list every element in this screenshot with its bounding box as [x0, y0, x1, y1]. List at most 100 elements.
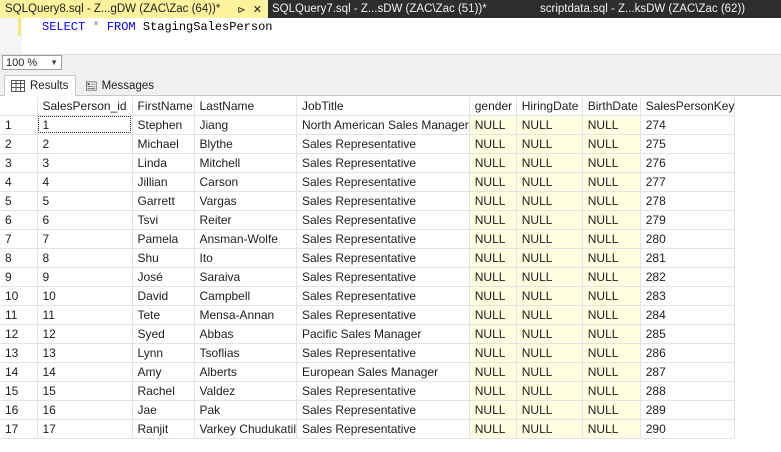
grid-cell[interactable]: Ranjit — [132, 419, 195, 439]
grid-cell[interactable]: NULL — [469, 115, 517, 135]
tab-sqlquery7[interactable]: SQLQuery7.sql - Z...sDW (ZAC\Zac (51))* — [268, 0, 512, 18]
grid-cell[interactable]: 275 — [640, 134, 736, 154]
row-number[interactable]: 3 — [0, 153, 38, 173]
chevron-down-icon[interactable]: ▼ — [50, 58, 58, 67]
grid-cell[interactable]: 13 — [37, 343, 133, 363]
grid-cell[interactable]: Sales Representative — [296, 267, 470, 287]
grid-cell[interactable]: NULL — [516, 248, 583, 268]
grid-cell[interactable]: 276 — [640, 153, 736, 173]
grid-cell[interactable]: Syed — [132, 324, 195, 344]
grid-cell[interactable]: NULL — [582, 210, 641, 230]
grid-cell[interactable]: 12 — [37, 324, 133, 344]
grid-cell[interactable]: 282 — [640, 267, 736, 287]
grid-cell[interactable]: Sales Representative — [296, 229, 470, 249]
grid-cell[interactable]: European Sales Manager — [296, 362, 470, 382]
table-row[interactable]: 9 9 José Saraiva Sales Representative NULL NUL… — [0, 267, 736, 287]
grid-cell[interactable]: 3 — [37, 153, 133, 173]
grid-cell[interactable]: NULL — [516, 191, 583, 211]
grid-cell[interactable]: 5 — [37, 191, 133, 211]
row-number[interactable]: 12 — [0, 324, 38, 344]
grid-cell[interactable]: Sales Representative — [296, 419, 470, 439]
grid-cell[interactable]: Sales Representative — [296, 248, 470, 268]
grid-cell[interactable]: Sales Representative — [296, 343, 470, 363]
column-header[interactable]: gender — [469, 97, 517, 116]
grid-cell[interactable]: NULL — [582, 172, 641, 192]
grid-cell[interactable]: Tsoflias — [194, 343, 297, 363]
grid-cell[interactable]: NULL — [582, 229, 641, 249]
grid-cell[interactable]: 7 — [37, 229, 133, 249]
grid-cell[interactable]: Pamela — [132, 229, 195, 249]
grid-cell[interactable]: Reiter — [194, 210, 297, 230]
grid-cell[interactable]: Rachel — [132, 381, 195, 401]
grid-cell[interactable]: 278 — [640, 191, 736, 211]
grid-cell[interactable]: NULL — [469, 419, 517, 439]
table-row[interactable]: 7 7 Pamela Ansman-Wolfe Sales Representative… — [0, 229, 736, 249]
grid-cell[interactable]: 277 — [640, 172, 736, 192]
row-number[interactable]: 15 — [0, 381, 38, 401]
grid-cell[interactable]: NULL — [582, 115, 641, 135]
grid-cell[interactable]: NULL — [469, 191, 517, 211]
grid-cell[interactable]: Pak — [194, 400, 297, 420]
grid-cell[interactable]: NULL — [469, 229, 517, 249]
grid-cell[interactable]: Tete — [132, 305, 195, 325]
grid-cell[interactable]: 15 — [37, 381, 133, 401]
grid-cell[interactable]: NULL — [469, 172, 517, 192]
grid-cell[interactable]: NULL — [469, 267, 517, 287]
grid-cell[interactable]: Lynn — [132, 343, 195, 363]
table-row[interactable]: 12 12 Syed Abbas Pacific Sales Manager NULL NU… — [0, 324, 736, 344]
table-row[interactable]: 4 4 Jillian Carson Sales Representative NULL N… — [0, 172, 736, 192]
row-number[interactable]: 1 — [0, 115, 38, 135]
column-header[interactable]: SalesPersonKey — [640, 97, 736, 116]
table-row[interactable]: 13 13 Lynn Tsoflias Sales Representative NULL… — [0, 343, 736, 363]
tab-results[interactable]: Results — [4, 75, 76, 96]
grid-cell[interactable]: 11 — [37, 305, 133, 325]
grid-cell[interactable]: NULL — [469, 248, 517, 268]
grid-cell[interactable]: Jillian — [132, 172, 195, 192]
row-number[interactable]: 10 — [0, 286, 38, 306]
grid-cell[interactable]: 17 — [37, 419, 133, 439]
grid-cell[interactable]: José — [132, 267, 195, 287]
row-number[interactable]: 17 — [0, 419, 38, 439]
grid-cell[interactable]: Ansman-Wolfe — [194, 229, 297, 249]
grid-cell[interactable]: NULL — [516, 362, 583, 382]
grid-cell[interactable]: NULL — [516, 419, 583, 439]
grid-cell[interactable]: 287 — [640, 362, 736, 382]
grid-cell[interactable]: NULL — [516, 115, 583, 135]
column-header[interactable]: SalesPerson_id — [37, 97, 133, 116]
column-header[interactable]: JobTitle — [296, 97, 470, 116]
grid-cell[interactable]: 279 — [640, 210, 736, 230]
grid-cell[interactable]: Stephen — [132, 115, 195, 135]
grid-cell[interactable]: Sales Representative — [296, 400, 470, 420]
corner-cell[interactable] — [0, 97, 38, 116]
grid-cell[interactable]: NULL — [469, 286, 517, 306]
grid-cell[interactable]: 283 — [640, 286, 736, 306]
grid-cell[interactable]: NULL — [469, 305, 517, 325]
grid-cell[interactable]: NULL — [582, 324, 641, 344]
grid-cell[interactable]: NULL — [516, 267, 583, 287]
table-row[interactable]: 1 1 Stephen Jiang North American Sales Manag… — [0, 115, 736, 135]
grid-cell[interactable]: 284 — [640, 305, 736, 325]
grid-cell[interactable]: NULL — [582, 400, 641, 420]
grid-cell[interactable]: NULL — [516, 305, 583, 325]
grid-cell[interactable]: NULL — [516, 229, 583, 249]
grid-cell[interactable]: 4 — [37, 172, 133, 192]
grid-cell[interactable]: 9 — [37, 267, 133, 287]
grid-cell[interactable]: NULL — [582, 286, 641, 306]
row-number[interactable]: 5 — [0, 191, 38, 211]
row-number[interactable]: 7 — [0, 229, 38, 249]
grid-cell[interactable]: Jiang — [194, 115, 297, 135]
grid-cell[interactable]: Linda — [132, 153, 195, 173]
grid-cell[interactable]: Sales Representative — [296, 134, 470, 154]
grid-cell[interactable]: Sales Representative — [296, 381, 470, 401]
row-number[interactable]: 13 — [0, 343, 38, 363]
table-row[interactable]: 14 14 Amy Alberts European Sales Manager NULL… — [0, 362, 736, 382]
results-grid[interactable]: SalesPerson_id FirstName LastName JobTit… — [0, 97, 781, 452]
table-row[interactable]: 17 17 Ranjit Varkey Chudukatil Sales Represe… — [0, 419, 736, 439]
grid-cell[interactable]: NULL — [516, 343, 583, 363]
grid-cell[interactable]: North American Sales Manager — [296, 115, 470, 135]
grid-cell[interactable]: 290 — [640, 419, 736, 439]
column-header[interactable]: LastName — [194, 97, 297, 116]
table-row[interactable]: 6 6 Tsvi Reiter Sales Representative NULL NULL… — [0, 210, 736, 230]
row-number[interactable]: 9 — [0, 267, 38, 287]
grid-cell[interactable]: 1 — [37, 115, 133, 135]
